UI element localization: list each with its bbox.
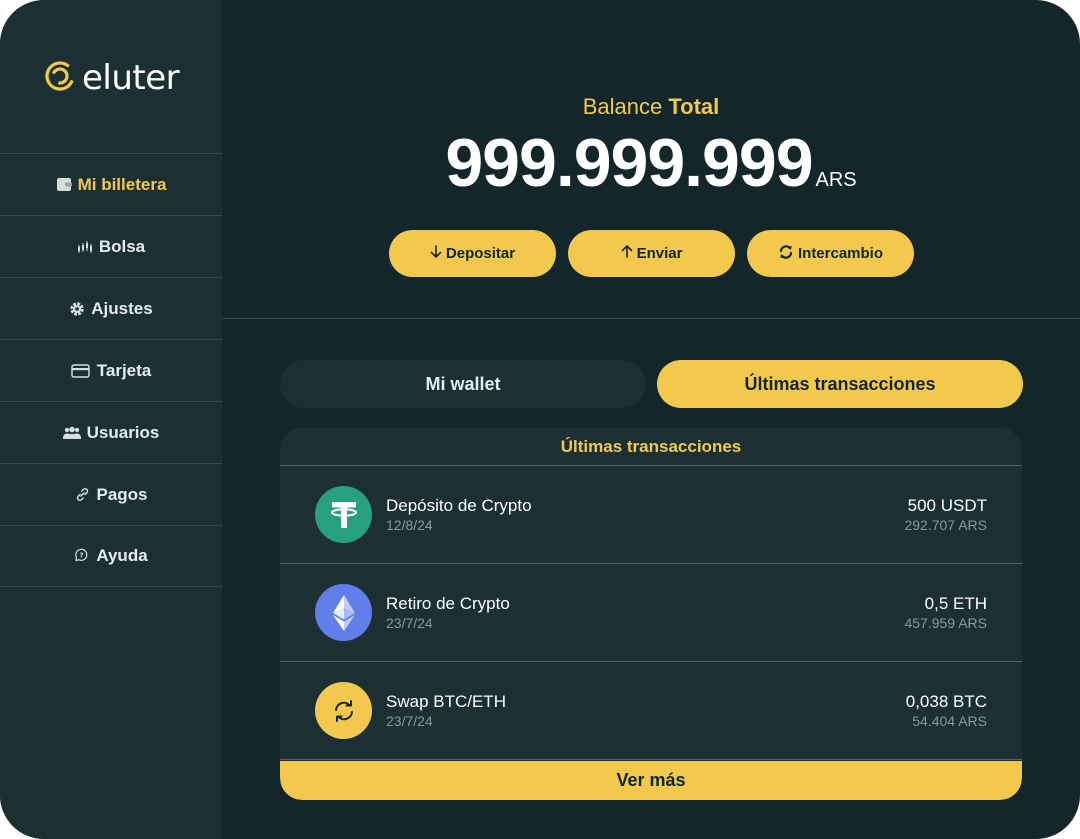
brand-name: eluter	[82, 58, 180, 98]
tab-mi-wallet[interactable]: Mi wallet	[280, 360, 646, 408]
balance-amount: 999.999.999	[445, 125, 813, 201]
send-button-label: Enviar	[636, 245, 683, 262]
transaction-amounts: 0,038 BTC 54.404 ARS	[906, 692, 987, 729]
sidebar-item-label: Usuarios	[86, 422, 160, 442]
transaction-row[interactable]: Depósito de Crypto 12/8/24 500 USDT 292.…	[280, 466, 1022, 564]
link-icon	[74, 487, 90, 503]
transaction-row[interactable]: Retiro de Crypto 23/7/24 0,5 ETH 457.959…	[280, 564, 1022, 662]
svg-text:?: ?	[80, 552, 84, 560]
transaction-date: 12/8/24	[386, 517, 433, 533]
tab-bar: Mi wallet Últimas transacciones	[280, 360, 1023, 408]
brand-logo[interactable]: eluter	[44, 58, 180, 98]
balance-title-prefix: Balance	[582, 94, 663, 119]
arrow-down-icon	[430, 245, 442, 262]
sidebar-item-label: Pagos	[96, 484, 148, 504]
sidebar-item-mi-billetera[interactable]: Mi billetera	[0, 153, 222, 215]
deposit-button[interactable]: Depositar	[389, 230, 556, 277]
transactions-title: Últimas transacciones	[280, 428, 1022, 466]
transaction-info: Retiro de Crypto 23/7/24	[386, 594, 904, 631]
transaction-amount: 0,5 ETH	[924, 594, 987, 613]
sidebar-item-label: Ajustes	[91, 298, 153, 318]
balance-title: Balance Total	[222, 94, 1080, 120]
transaction-amounts: 500 USDT 292.707 ARS	[904, 496, 987, 533]
transactions-card: Últimas transacciones Depósito de Crypto…	[280, 428, 1022, 800]
transaction-name: Depósito de Crypto	[386, 496, 532, 515]
transaction-amounts: 0,5 ETH 457.959 ARS	[904, 594, 987, 631]
balance-title-bold: Total	[668, 94, 720, 119]
tab-ultimas-transacciones[interactable]: Últimas transacciones	[657, 360, 1023, 408]
candlestick-icon	[77, 239, 93, 255]
transaction-fiat-amount: 292.707 ARS	[904, 517, 987, 533]
gear-icon	[69, 301, 85, 317]
sidebar-item-ajustes[interactable]: Ajustes	[0, 277, 222, 339]
exchange-button-label: Intercambio	[797, 245, 884, 262]
exchange-button[interactable]: Intercambio	[747, 230, 914, 277]
balance-currency: ARS	[815, 169, 857, 191]
users-icon	[62, 425, 81, 441]
sidebar-item-tarjeta[interactable]: Tarjeta	[0, 339, 222, 401]
deposit-button-label: Depositar	[445, 245, 516, 262]
balance-display: 999.999.999 ARS	[222, 124, 1080, 202]
sidebar-item-label: Ayuda	[96, 546, 148, 565]
transaction-info: Depósito de Crypto 12/8/24	[386, 496, 904, 533]
sidebar-item-label: Mi billetera	[77, 174, 167, 194]
swap-icon	[778, 244, 794, 264]
sidebar-item-label: Bolsa	[98, 236, 146, 256]
sidebar-item-usuarios[interactable]: Usuarios	[0, 401, 222, 463]
send-button[interactable]: Enviar	[568, 230, 735, 277]
eluter-logo-icon	[44, 60, 76, 97]
see-more-button[interactable]: Ver más	[280, 761, 1022, 800]
wallet-icon	[56, 177, 72, 193]
transaction-date: 23/7/24	[386, 615, 433, 631]
sidebar-item-bolsa[interactable]: Bolsa	[0, 215, 222, 277]
sidebar-item-ayuda[interactable]: ? Ayuda	[0, 525, 222, 587]
action-buttons: Depositar Enviar Intercambio	[389, 230, 914, 277]
sidebar-nav: Mi billetera Bolsa Ajustes Tarjeta Usuar…	[0, 153, 222, 587]
transaction-fiat-amount: 457.959 ARS	[904, 615, 987, 631]
transaction-fiat-amount: 54.404 ARS	[912, 713, 987, 729]
sidebar-item-label: Tarjeta	[96, 360, 152, 380]
transaction-name: Retiro de Crypto	[386, 594, 510, 613]
swap-circle-icon	[315, 682, 372, 739]
transaction-amount: 500 USDT	[907, 496, 987, 515]
sidebar: eluter Mi billetera Bolsa Ajustes Tarjet…	[0, 0, 222, 839]
transaction-amount: 0,038 BTC	[905, 692, 987, 711]
arrow-up-icon	[621, 245, 633, 262]
app-window: eluter Mi billetera Bolsa Ajustes Tarjet…	[0, 0, 1080, 839]
section-divider	[222, 318, 1080, 319]
sidebar-item-pagos[interactable]: Pagos	[0, 463, 222, 525]
ethereum-icon	[315, 584, 372, 641]
transaction-info: Swap BTC/ETH 23/7/24	[386, 692, 906, 729]
transaction-name: Swap BTC/ETH	[386, 692, 506, 711]
help-chat-icon: ?	[74, 548, 90, 564]
tether-icon	[315, 486, 372, 543]
transaction-row[interactable]: Swap BTC/ETH 23/7/24 0,038 BTC 54.404 AR…	[280, 662, 1022, 760]
card-icon	[71, 363, 91, 379]
transaction-date: 23/7/24	[386, 713, 433, 729]
